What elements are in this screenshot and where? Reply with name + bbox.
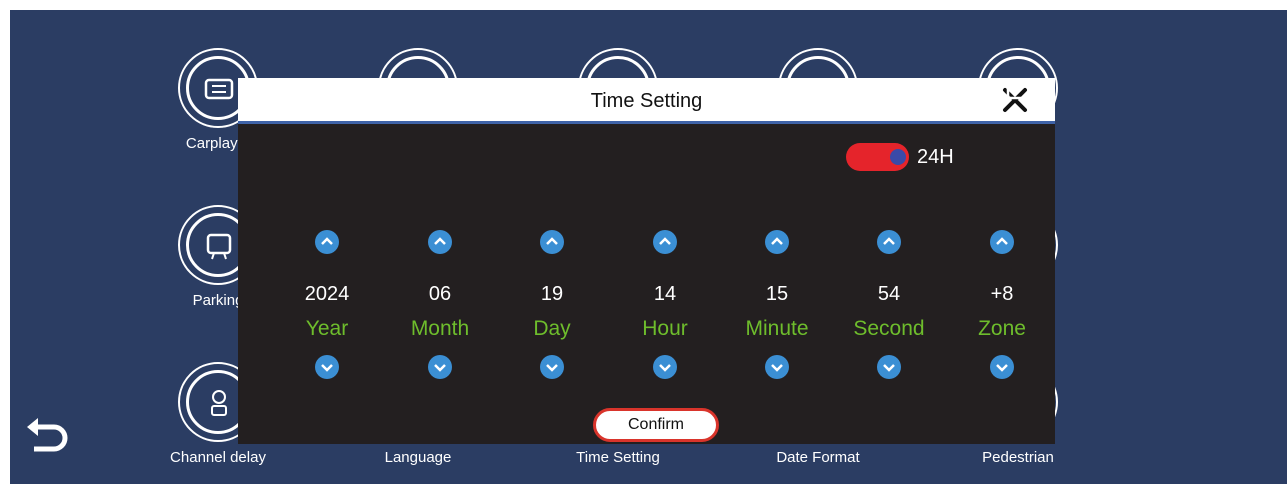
- zone-value: +8: [990, 283, 1014, 305]
- menu-tile-label: Pedestrian: [982, 449, 1054, 466]
- time-setting-dialog: Time Setting 24H 2024 Year 06 Month 19 D…: [238, 78, 1055, 444]
- chevron-down-icon[interactable]: [877, 355, 901, 379]
- minute-value: 15: [765, 283, 789, 305]
- zone-column: +8 Zone: [942, 78, 1062, 379]
- second-label: Second: [853, 317, 925, 340]
- menu-tile-label: Date Format: [776, 449, 860, 466]
- day-column: 19 Day: [492, 78, 612, 379]
- hour-value: 14: [653, 283, 677, 305]
- menu-tile-label: Time Setting: [576, 449, 660, 466]
- chevron-up-icon[interactable]: [428, 230, 452, 254]
- back-arrow-icon[interactable]: [24, 415, 70, 457]
- chevron-down-icon[interactable]: [653, 355, 677, 379]
- confirm-button[interactable]: Confirm: [593, 408, 719, 442]
- chevron-up-icon[interactable]: [765, 230, 789, 254]
- chevron-up-icon[interactable]: [653, 230, 677, 254]
- zone-label: Zone: [978, 317, 1026, 340]
- chevron-down-icon[interactable]: [990, 355, 1014, 379]
- chevron-up-icon[interactable]: [540, 230, 564, 254]
- second-value: 54: [877, 283, 901, 305]
- day-value: 19: [540, 283, 564, 305]
- second-column: 54 Second: [829, 78, 949, 379]
- year-label: Year: [305, 317, 349, 340]
- minute-label: Minute: [745, 317, 809, 340]
- minute-column: 15 Minute: [717, 78, 837, 379]
- chevron-up-icon[interactable]: [877, 230, 901, 254]
- hour-label: Hour: [642, 317, 688, 340]
- menu-tile-label: Channel delay: [170, 449, 266, 466]
- month-label: Month: [410, 317, 470, 340]
- day-label: Day: [533, 317, 571, 340]
- chevron-up-icon[interactable]: [990, 230, 1014, 254]
- chevron-down-icon[interactable]: [765, 355, 789, 379]
- chevron-down-icon[interactable]: [428, 355, 452, 379]
- menu-tile-label: Language: [384, 449, 452, 466]
- year-value: 2024: [304, 283, 350, 305]
- chevron-up-icon[interactable]: [315, 230, 339, 254]
- month-column: 06 Month: [380, 78, 500, 379]
- month-value: 06: [428, 283, 452, 305]
- hour-column: 14 Hour: [605, 78, 725, 379]
- year-column: 2024 Year: [267, 78, 387, 379]
- settings-screen: Carplay p ord Parking et Channel delay: [10, 10, 1287, 484]
- chevron-down-icon[interactable]: [315, 355, 339, 379]
- chevron-down-icon[interactable]: [540, 355, 564, 379]
